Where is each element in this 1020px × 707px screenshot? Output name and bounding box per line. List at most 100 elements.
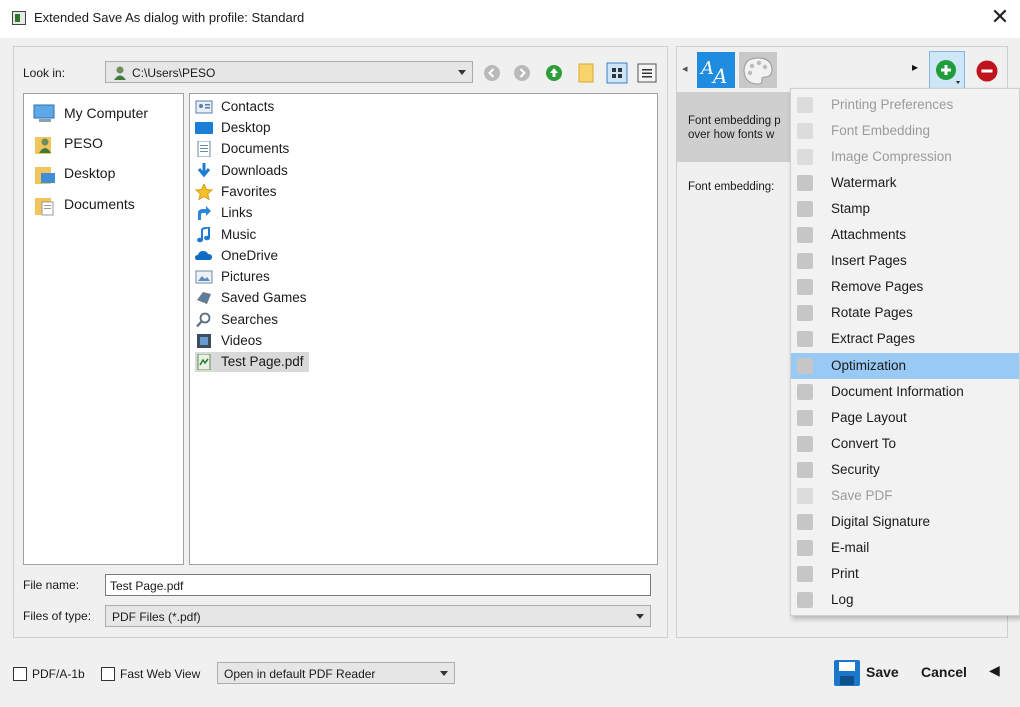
menu-item[interactable]: Convert To	[791, 431, 1019, 457]
menu-item[interactable]: Page Layout	[791, 405, 1019, 431]
file-name-input[interactable]: Test Page.pdf	[105, 574, 651, 596]
menu-item[interactable]: Document Information	[791, 379, 1019, 405]
menu-item[interactable]: Extract Pages	[791, 326, 1019, 352]
open-after-save-value: Open in default PDF Reader	[224, 667, 376, 681]
menu-item-icon	[797, 435, 813, 452]
file-item-test-page-pdf[interactable]: Test Page.pdf	[195, 352, 309, 372]
menu-item-label: Image Compression	[831, 149, 952, 165]
desktop-icon	[195, 122, 213, 134]
saved-games-icon	[197, 292, 211, 304]
menu-item[interactable]: Security	[791, 457, 1019, 483]
documents-folder-icon	[35, 198, 54, 216]
menu-item[interactable]: Insert Pages	[791, 248, 1019, 274]
scroll-left-icon[interactable]: ◂	[682, 62, 688, 75]
list-view-icon[interactable]	[606, 62, 628, 84]
save-label: Save	[866, 664, 899, 680]
menu-item-label: Print	[831, 565, 859, 581]
places-list: My Computer PESO Desktop Documents	[33, 97, 183, 227]
file-label: Searches	[221, 312, 279, 327]
menu-item-label: Optimization	[831, 357, 907, 373]
scroll-right-icon[interactable]: ▸	[912, 60, 918, 74]
menu-item-icon	[797, 539, 813, 556]
image-compression-tab[interactable]	[739, 52, 777, 88]
menu-item-icon	[797, 305, 813, 322]
menu-item-label: Security	[831, 461, 880, 477]
look-in-combo[interactable]: C:\Users\PESO	[105, 61, 473, 83]
place-label: Documents	[64, 196, 135, 212]
font-aa-icon: A A	[699, 58, 727, 88]
remove-icon[interactable]	[975, 59, 999, 83]
back-icon[interactable]	[483, 64, 501, 82]
chevron-down-icon	[440, 671, 448, 676]
menu-item-label: Font Embedding	[831, 123, 931, 139]
forward-icon[interactable]	[513, 64, 531, 82]
menu-item[interactable]: Print	[791, 561, 1019, 587]
menu-item-label: Attachments	[831, 227, 907, 243]
menu-item-label: Convert To	[831, 435, 897, 451]
palette-icon	[743, 57, 773, 85]
menu-item-label: Document Information	[831, 383, 964, 399]
menu-item-icon	[797, 409, 813, 426]
desktop-folder-icon	[35, 167, 55, 184]
menu-item-icon	[797, 149, 813, 166]
svg-text:A: A	[699, 58, 714, 79]
add-action-button[interactable]	[929, 51, 965, 89]
menu-item-icon	[797, 565, 813, 582]
file-label: Saved Games	[221, 290, 307, 305]
fast-web-view-checkbox[interactable]	[101, 667, 115, 681]
menu-item-label: Rotate Pages	[831, 305, 913, 321]
font-embedding-tab[interactable]: A A	[697, 52, 735, 88]
search-icon	[196, 312, 211, 328]
save-button[interactable]: Save	[833, 659, 915, 687]
menu-item[interactable]: Attachments	[791, 222, 1019, 248]
chevron-down-icon	[458, 70, 466, 75]
links-icon	[198, 206, 211, 220]
detail-view-icon[interactable]	[636, 62, 658, 84]
menu-item-label: E-mail	[831, 539, 870, 555]
file-type-label: Files of type:	[23, 609, 92, 623]
file-label: OneDrive	[221, 248, 279, 263]
file-type-combo[interactable]: PDF Files (*.pdf)	[105, 605, 651, 627]
look-in-path: C:\Users\PESO	[132, 66, 216, 80]
menu-item[interactable]: Remove Pages	[791, 274, 1019, 300]
menu-item[interactable]: E-mail	[791, 535, 1019, 561]
menu-item: Save PDF	[791, 483, 1019, 509]
menu-item: Printing Preferences	[791, 92, 1019, 118]
open-after-save-combo[interactable]: Open in default PDF Reader	[217, 662, 455, 684]
pdfa-checkbox[interactable]	[13, 667, 27, 681]
menu-item-icon	[797, 201, 813, 218]
place-label: My Computer	[64, 105, 149, 121]
new-folder-icon[interactable]	[577, 62, 595, 84]
menu-item: Font Embedding	[791, 118, 1019, 144]
menu-item[interactable]: Watermark	[791, 170, 1019, 196]
menu-item-label: Stamp	[831, 201, 871, 217]
menu-item[interactable]: Rotate Pages	[791, 300, 1019, 326]
cancel-button[interactable]: Cancel	[921, 664, 967, 680]
menu-item-label: Log	[831, 591, 854, 607]
file-label: Test Page.pdf	[221, 354, 304, 369]
menu-item-label: Printing Preferences	[831, 97, 954, 112]
menu-item-icon	[797, 253, 813, 270]
file-label: Documents	[221, 141, 290, 156]
file-label: Videos	[221, 333, 263, 348]
menu-item[interactable]: Stamp	[791, 196, 1019, 222]
favorites-star-icon	[195, 184, 213, 200]
menu-item-icon	[797, 279, 813, 296]
user-icon	[114, 66, 126, 80]
close-button[interactable]: ✕	[988, 4, 1012, 32]
videos-icon	[197, 334, 211, 348]
menu-item-label: Save PDF	[831, 487, 893, 503]
contacts-icon	[195, 100, 213, 114]
pdfa-label: PDF/A-1b	[32, 667, 85, 681]
collapse-panel-icon[interactable]: ◀	[989, 662, 1000, 679]
file-label: Downloads	[221, 163, 288, 178]
music-note-icon	[197, 227, 210, 243]
file-name-value: Test Page.pdf	[110, 579, 184, 593]
menu-item[interactable]: Log	[791, 587, 1019, 613]
menu-item-label: Watermark	[831, 175, 897, 191]
menu-item-label: Remove Pages	[831, 279, 924, 295]
computer-icon	[33, 104, 55, 122]
menu-item[interactable]: Digital Signature	[791, 509, 1019, 535]
up-folder-icon[interactable]	[545, 64, 563, 82]
menu-item[interactable]: Optimization	[791, 352, 1019, 379]
